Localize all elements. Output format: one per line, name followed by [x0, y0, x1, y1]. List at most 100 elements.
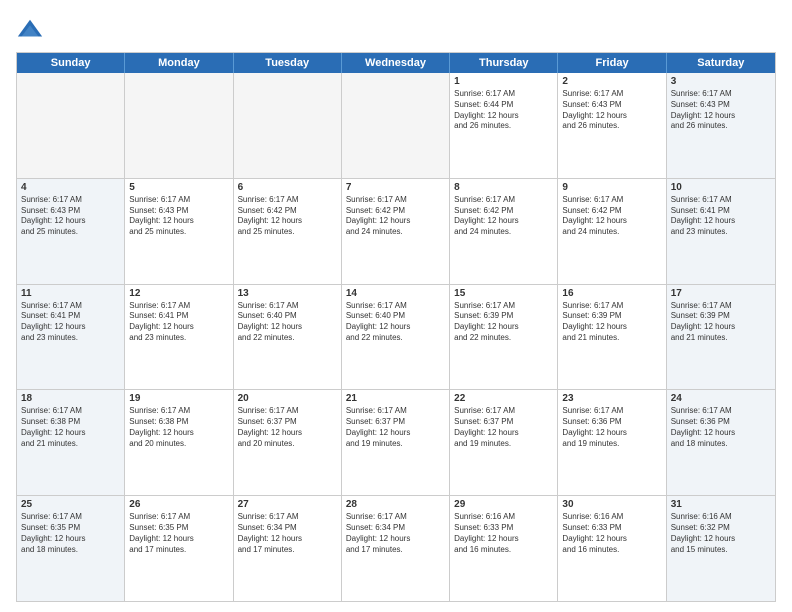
header-day-thursday: Thursday: [450, 53, 558, 73]
cal-cell-6: 6 Sunrise: 6:17 AM Sunset: 6:42 PM Daylig…: [234, 179, 342, 284]
cal-cell-2: 2 Sunrise: 6:17 AM Sunset: 6:43 PM Daylig…: [558, 73, 666, 178]
day-number: 22: [454, 393, 553, 404]
cal-cell-5: 5Sunrise: 6:17 AM Sunset: 6:43 PM Daylig…: [125, 179, 233, 284]
cell-info: Sunrise: 6:17 AM Sunset: 6:42 PM Dayligh…: [346, 195, 445, 238]
cell-info: Sunrise: 6:17 AM Sunset: 6:38 PM Dayligh…: [129, 406, 228, 449]
cell-info: Sunrise: 6:17 AM Sunset: 6:34 PM Dayligh…: [346, 512, 445, 555]
cell-info: Sunrise: 6:17 AM Sunset: 6:44 PM Dayligh…: [454, 89, 553, 132]
cal-cell-23: 23 Sunrise: 6:17 AM Sunset: 6:36 PM Dayli…: [558, 390, 666, 495]
day-number: 16: [562, 288, 661, 299]
cal-cell-29: 29Sunrise: 6:16 AM Sunset: 6:33 PM Dayli…: [450, 496, 558, 601]
day-number: 11: [21, 288, 120, 299]
cal-cell-3: 3Sunrise: 6:17 AM Sunset: 6:43 PM Daylig…: [667, 73, 775, 178]
cal-cell-24: 24 Sunrise: 6:17 AM Sunset: 6:36 PM Dayli…: [667, 390, 775, 495]
cell-info: Sunrise: 6:17 AM Sunset: 6:37 PM Dayligh…: [454, 406, 553, 449]
day-number: 25: [21, 499, 120, 510]
page: SundayMondayTuesdayWednesdayThursdayFrid…: [0, 0, 792, 612]
cell-info: Sunrise: 6:17 AM Sunset: 6:34 PM Dayligh…: [238, 512, 337, 555]
calendar-body: 1 Sunrise: 6:17 AM Sunset: 6:44 PM Daylig…: [17, 73, 775, 601]
cell-info: Sunrise: 6:17 AM Sunset: 6:39 PM Dayligh…: [671, 301, 771, 344]
cal-cell-20: 20 Sunrise: 6:17 AM Sunset: 6:37 PM Dayli…: [234, 390, 342, 495]
cal-cell-19: 19 Sunrise: 6:17 AM Sunset: 6:38 PM Dayli…: [125, 390, 233, 495]
day-number: 12: [129, 288, 228, 299]
day-number: 9: [562, 182, 661, 193]
cell-info: Sunrise: 6:17 AM Sunset: 6:37 PM Dayligh…: [346, 406, 445, 449]
cal-cell-12: 12 Sunrise: 6:17 AM Sunset: 6:41 PM Dayli…: [125, 285, 233, 390]
cal-cell-21: 21 Sunrise: 6:17 AM Sunset: 6:37 PM Dayli…: [342, 390, 450, 495]
day-number: 30: [562, 499, 661, 510]
cell-info: Sunrise: 6:16 AM Sunset: 6:33 PM Dayligh…: [454, 512, 553, 555]
cal-cell-8: 8 Sunrise: 6:17 AM Sunset: 6:42 PM Daylig…: [450, 179, 558, 284]
cell-info: Sunrise: 6:17 AM Sunset: 6:40 PM Dayligh…: [346, 301, 445, 344]
cell-info: Sunrise: 6:17 AM Sunset: 6:37 PM Dayligh…: [238, 406, 337, 449]
cell-info: Sunrise: 6:16 AM Sunset: 6:33 PM Dayligh…: [562, 512, 661, 555]
cal-cell-10: 10 Sunrise: 6:17 AM Sunset: 6:41 PM Dayli…: [667, 179, 775, 284]
header-day-saturday: Saturday: [667, 53, 775, 73]
day-number: 13: [238, 288, 337, 299]
day-number: 19: [129, 393, 228, 404]
cal-cell-18: 18 Sunrise: 6:17 AM Sunset: 6:38 PM Dayli…: [17, 390, 125, 495]
cell-info: Sunrise: 6:17 AM Sunset: 6:40 PM Dayligh…: [238, 301, 337, 344]
logo: [16, 16, 48, 44]
cal-cell-30: 30 Sunrise: 6:16 AM Sunset: 6:33 PM Dayli…: [558, 496, 666, 601]
day-number: 20: [238, 393, 337, 404]
calendar: SundayMondayTuesdayWednesdayThursdayFrid…: [16, 52, 776, 602]
day-number: 31: [671, 499, 771, 510]
cal-cell-4: 4Sunrise: 6:17 AM Sunset: 6:43 PM Daylig…: [17, 179, 125, 284]
cal-cell-16: 16Sunrise: 6:17 AM Sunset: 6:39 PM Dayli…: [558, 285, 666, 390]
cal-cell-14: 14 Sunrise: 6:17 AM Sunset: 6:40 PM Dayli…: [342, 285, 450, 390]
cell-info: Sunrise: 6:17 AM Sunset: 6:43 PM Dayligh…: [562, 89, 661, 132]
cell-info: Sunrise: 6:17 AM Sunset: 6:42 PM Dayligh…: [562, 195, 661, 238]
cal-cell-7: 7 Sunrise: 6:17 AM Sunset: 6:42 PM Daylig…: [342, 179, 450, 284]
day-number: 27: [238, 499, 337, 510]
day-number: 14: [346, 288, 445, 299]
day-number: 4: [21, 182, 120, 193]
day-number: 6: [238, 182, 337, 193]
cal-cell-11: 11 Sunrise: 6:17 AM Sunset: 6:41 PM Dayli…: [17, 285, 125, 390]
cal-cell-1: 1 Sunrise: 6:17 AM Sunset: 6:44 PM Daylig…: [450, 73, 558, 178]
cell-info: Sunrise: 6:17 AM Sunset: 6:38 PM Dayligh…: [21, 406, 120, 449]
cell-info: Sunrise: 6:17 AM Sunset: 6:39 PM Dayligh…: [454, 301, 553, 344]
cell-info: Sunrise: 6:17 AM Sunset: 6:43 PM Dayligh…: [129, 195, 228, 238]
cell-info: Sunrise: 6:17 AM Sunset: 6:42 PM Dayligh…: [238, 195, 337, 238]
calendar-row-4: 25 Sunrise: 6:17 AM Sunset: 6:35 PM Dayli…: [17, 495, 775, 601]
calendar-header: SundayMondayTuesdayWednesdayThursdayFrid…: [17, 53, 775, 73]
cal-cell-9: 9 Sunrise: 6:17 AM Sunset: 6:42 PM Daylig…: [558, 179, 666, 284]
cal-cell-empty: [342, 73, 450, 178]
header: [16, 16, 776, 44]
day-number: 1: [454, 76, 553, 87]
day-number: 7: [346, 182, 445, 193]
day-number: 18: [21, 393, 120, 404]
cell-info: Sunrise: 6:17 AM Sunset: 6:36 PM Dayligh…: [562, 406, 661, 449]
day-number: 8: [454, 182, 553, 193]
cell-info: Sunrise: 6:17 AM Sunset: 6:41 PM Dayligh…: [129, 301, 228, 344]
cell-info: Sunrise: 6:17 AM Sunset: 6:36 PM Dayligh…: [671, 406, 771, 449]
cell-info: Sunrise: 6:17 AM Sunset: 6:42 PM Dayligh…: [454, 195, 553, 238]
cell-info: Sunrise: 6:17 AM Sunset: 6:41 PM Dayligh…: [21, 301, 120, 344]
calendar-row-0: 1 Sunrise: 6:17 AM Sunset: 6:44 PM Daylig…: [17, 73, 775, 178]
day-number: 23: [562, 393, 661, 404]
cal-cell-26: 26Sunrise: 6:17 AM Sunset: 6:35 PM Dayli…: [125, 496, 233, 601]
day-number: 10: [671, 182, 771, 193]
cal-cell-17: 17 Sunrise: 6:17 AM Sunset: 6:39 PM Dayli…: [667, 285, 775, 390]
cell-info: Sunrise: 6:17 AM Sunset: 6:35 PM Dayligh…: [129, 512, 228, 555]
cal-cell-empty: [17, 73, 125, 178]
day-number: 17: [671, 288, 771, 299]
cal-cell-27: 27 Sunrise: 6:17 AM Sunset: 6:34 PM Dayli…: [234, 496, 342, 601]
cal-cell-31: 31 Sunrise: 6:16 AM Sunset: 6:32 PM Dayli…: [667, 496, 775, 601]
cell-info: Sunrise: 6:17 AM Sunset: 6:43 PM Dayligh…: [671, 89, 771, 132]
cal-cell-empty: [234, 73, 342, 178]
calendar-row-2: 11 Sunrise: 6:17 AM Sunset: 6:41 PM Dayli…: [17, 284, 775, 390]
day-number: 28: [346, 499, 445, 510]
cal-cell-22: 22 Sunrise: 6:17 AM Sunset: 6:37 PM Dayli…: [450, 390, 558, 495]
header-day-sunday: Sunday: [17, 53, 125, 73]
cal-cell-28: 28 Sunrise: 6:17 AM Sunset: 6:34 PM Dayli…: [342, 496, 450, 601]
cell-info: Sunrise: 6:16 AM Sunset: 6:32 PM Dayligh…: [671, 512, 771, 555]
day-number: 21: [346, 393, 445, 404]
cell-info: Sunrise: 6:17 AM Sunset: 6:41 PM Dayligh…: [671, 195, 771, 238]
cal-cell-13: 13 Sunrise: 6:17 AM Sunset: 6:40 PM Dayli…: [234, 285, 342, 390]
calendar-row-3: 18 Sunrise: 6:17 AM Sunset: 6:38 PM Dayli…: [17, 389, 775, 495]
day-number: 2: [562, 76, 661, 87]
cal-cell-25: 25Sunrise: 6:17 AM Sunset: 6:35 PM Dayli…: [17, 496, 125, 601]
day-number: 24: [671, 393, 771, 404]
